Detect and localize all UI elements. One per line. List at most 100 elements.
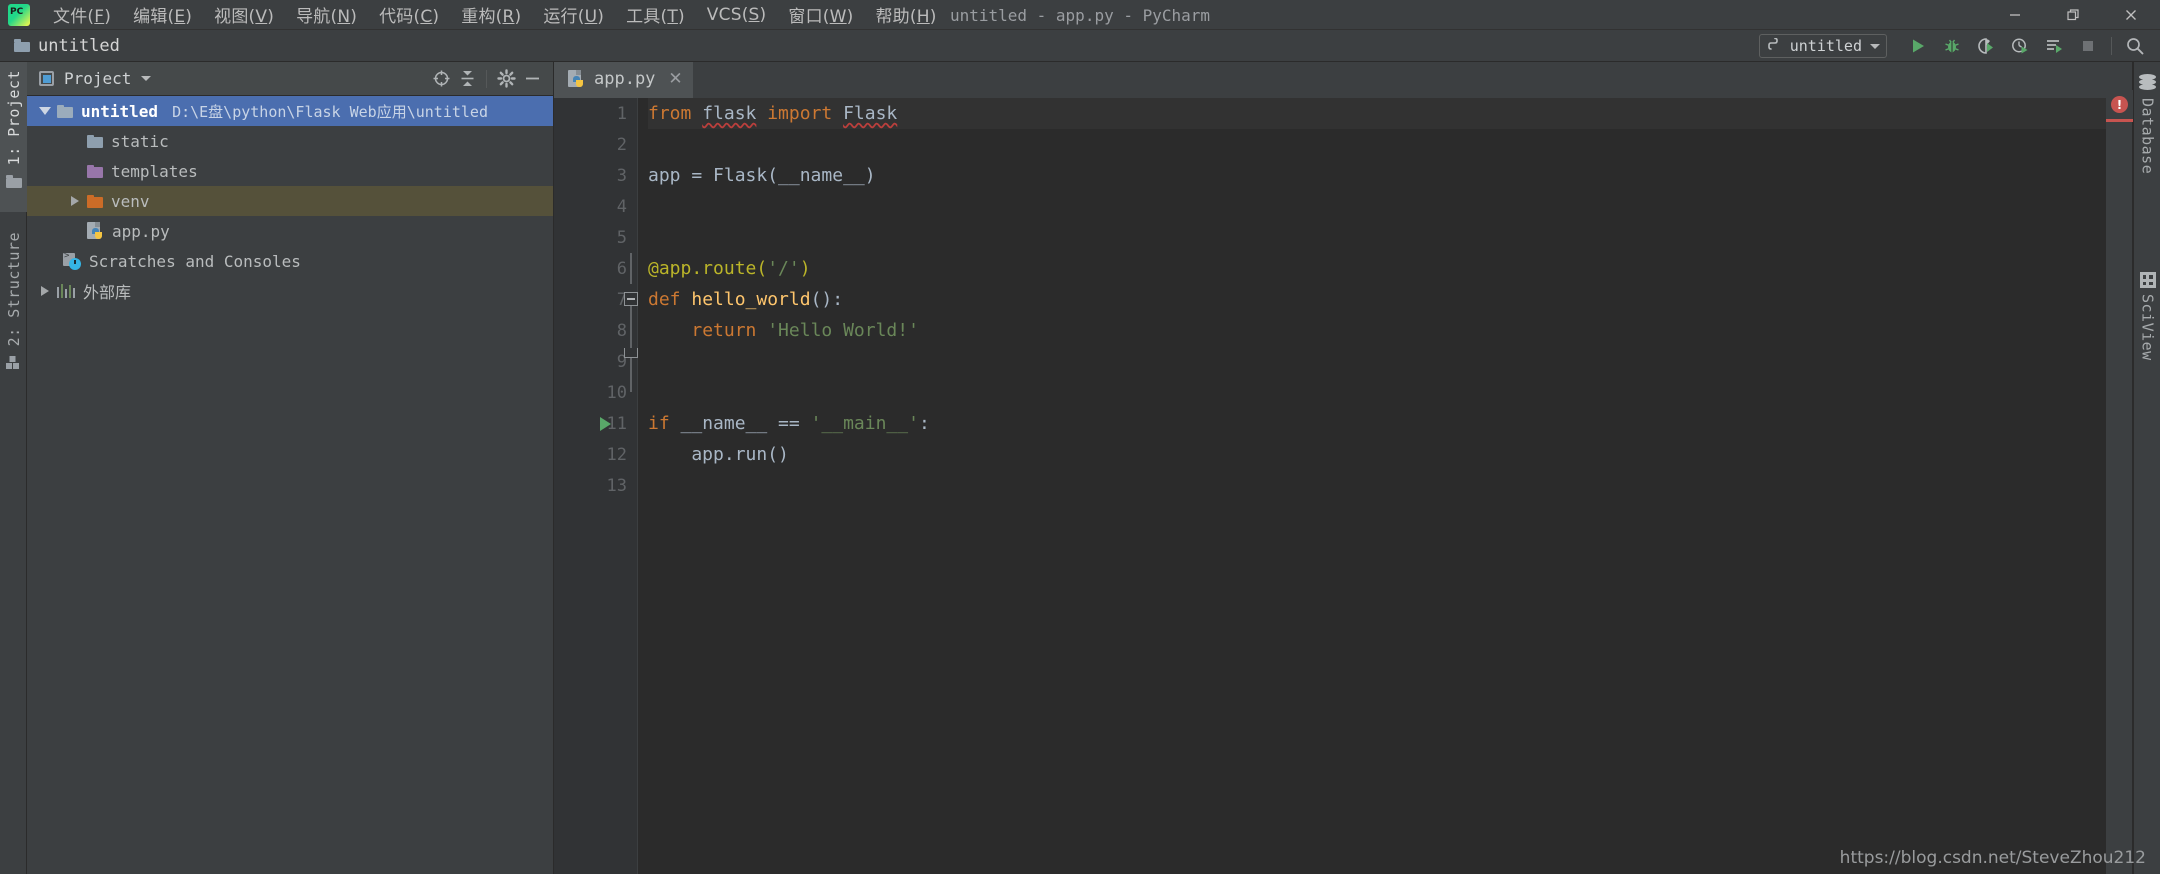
run-button[interactable] [1901, 30, 1935, 62]
sidebar-item-sciview[interactable]: SciView [2134, 272, 2160, 361]
collapse-all-button[interactable] [454, 66, 480, 92]
right-tool-strip: ! Database SciView [2106, 62, 2160, 874]
menu-label: 编辑 [133, 7, 168, 27]
menu-item-code[interactable]: 代码(C) [368, 0, 450, 29]
settings-button[interactable] [493, 66, 519, 92]
tab-app-py[interactable]: app.py ✕ [554, 62, 693, 98]
sidebar-item-project[interactable]: 1: Project [0, 62, 27, 212]
sidebar-item-label: 1: Project [4, 70, 23, 166]
line-number: 13 [606, 475, 627, 496]
run-line-gutter-icon[interactable] [600, 416, 611, 431]
maximize-button[interactable] [2044, 0, 2102, 30]
profile-button[interactable] [2003, 30, 2037, 62]
minimize-button[interactable] [1986, 0, 2044, 30]
sidebar-item-structure[interactable]: 2: Structure [0, 224, 27, 399]
line-number: 1 [616, 103, 627, 124]
menu-mnemonic: E [174, 7, 186, 27]
gutter-line: 6 [554, 253, 637, 284]
token: import [767, 103, 844, 124]
menu-item-edit[interactable]: 编辑(E) [122, 0, 203, 29]
close-button[interactable] [2102, 0, 2160, 30]
menu-item-tools[interactable]: 工具(T) [615, 0, 696, 29]
gutter-line: 12 [554, 439, 637, 470]
menu-item-refactor[interactable]: 重构(R) [450, 0, 532, 29]
hide-panel-button[interactable] [519, 66, 545, 92]
menu-item-navigate[interactable]: 导航(N) [285, 0, 368, 29]
code-line-8: return 'Hello World!' [648, 315, 2106, 346]
sidebar-item-database[interactable]: Database [2134, 74, 2160, 174]
profiler-icon [2012, 38, 2028, 54]
stop-button[interactable] [2071, 30, 2105, 62]
tree-item-external-libraries[interactable]: 外部库 [27, 276, 553, 306]
gutter-line: 2 [554, 129, 637, 160]
editor-gutter[interactable]: 1 2 3 4 5 6 7 8 9 10 11 12 13 [554, 98, 638, 874]
menu-mnemonic: T [667, 7, 678, 27]
twisty[interactable] [63, 196, 87, 206]
code-text[interactable]: from flask import Flask app = Flask(__na… [638, 98, 2106, 874]
run-with-coverage-button[interactable] [1969, 30, 2003, 62]
line-number: 6 [616, 258, 627, 279]
run-configuration-selector[interactable]: untitled [1758, 34, 1887, 58]
python-file-icon [87, 222, 104, 240]
tree-item-scratches-and-consoles[interactable]: Scratches and Consoles [27, 246, 553, 276]
line-number: 3 [616, 165, 627, 186]
token: ) [799, 258, 811, 279]
run-with-console-button[interactable] [2037, 30, 2071, 62]
twisty[interactable] [33, 286, 57, 296]
code-line-6: @app.route('/') [648, 253, 2106, 284]
token: app = Flask(__name__) [648, 165, 876, 186]
menu-item-window[interactable]: 窗口(W) [777, 0, 864, 29]
error-indicator[interactable]: ! [2106, 90, 2133, 122]
chevron-down-icon[interactable] [141, 76, 152, 81]
stop-icon [2083, 41, 2093, 51]
token: Flask [843, 103, 898, 124]
run-toolbar: untitled [1758, 30, 2152, 62]
tree-item-static[interactable]: static [27, 126, 553, 156]
python-icon [1767, 38, 1778, 50]
select-opened-file-button[interactable] [428, 66, 454, 92]
debug-button[interactable] [1935, 30, 1969, 62]
menu-mnemonic: N [337, 7, 351, 27]
menu-item-help[interactable]: 帮助(H) [864, 0, 947, 29]
gutter-line: 1 [554, 98, 637, 129]
tree-item-label: 外部库 [83, 283, 132, 302]
twisty[interactable] [33, 107, 57, 115]
menu-item-run[interactable]: 运行(U) [532, 0, 615, 29]
error-badge: ! [2111, 96, 2128, 113]
window-controls [1986, 0, 2160, 30]
menu-item-vcs[interactable]: VCS(S) [696, 3, 778, 27]
tree-item-label: app.py [112, 221, 170, 241]
fold-collapse-button[interactable] [624, 292, 638, 306]
tree-item-venv[interactable]: venv [27, 186, 553, 216]
code-line-1: from flask import Flask [648, 98, 2106, 129]
breadcrumb[interactable]: untitled [14, 36, 120, 56]
token: flask [702, 103, 757, 124]
menu-item-file[interactable]: 文件(F) [42, 0, 122, 29]
database-icon [2139, 74, 2156, 92]
folder-icon [5, 175, 22, 189]
project-panel-actions [428, 66, 553, 92]
token: def [648, 289, 692, 310]
close-icon[interactable]: ✕ [668, 69, 682, 89]
code-editor[interactable]: 1 2 3 4 5 6 7 8 9 10 11 12 13 from flask… [554, 98, 2106, 874]
tree-item-templates[interactable]: templates [27, 156, 553, 186]
gear-icon [496, 69, 516, 88]
search-everywhere-button[interactable] [2118, 30, 2152, 62]
token: if [648, 413, 681, 434]
project-tool-window: Project untitled D:\E盘\python\Flask Web应… [27, 62, 554, 874]
pycharm-window: 文件(F) 编辑(E) 视图(V) 导航(N) 代码(C) 重构(R) 运行(U… [0, 0, 2160, 874]
tree-item-app-py[interactable]: app.py [27, 216, 553, 246]
menu-label: VCS [706, 4, 742, 25]
token: return [691, 320, 768, 341]
token: '__main__' [810, 413, 919, 434]
sidebar-item-label: Database [2138, 98, 2157, 175]
play-icon [1913, 39, 1924, 53]
menu-item-view[interactable]: 视图(V) [203, 0, 285, 29]
editor-tab-bar: app.py ✕ [554, 62, 2106, 98]
close-icon [2126, 10, 2136, 20]
folder-icon [14, 39, 30, 52]
project-panel-title: Project [64, 69, 132, 88]
tree-item-untitled[interactable]: untitled D:\E盘\python\Flask Web应用\untitl… [27, 96, 553, 126]
